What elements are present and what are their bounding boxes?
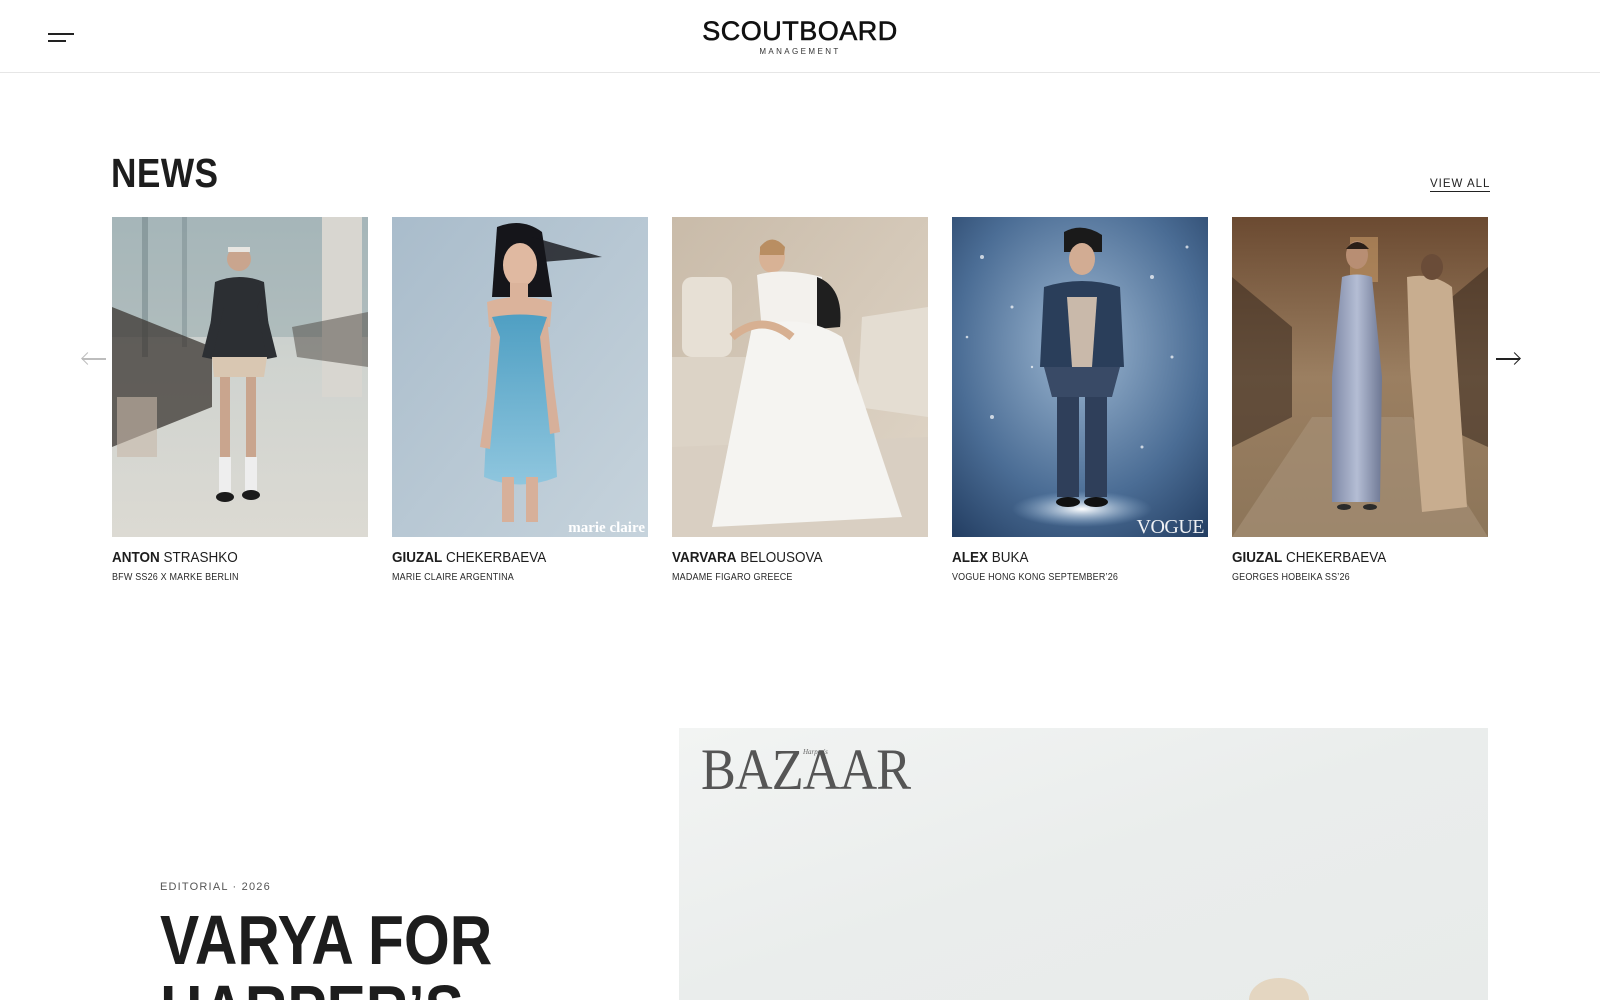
arrow-left-icon[interactable] xyxy=(80,352,108,366)
news-card-caption: BFW SS26 X MARKE BERLIN xyxy=(112,572,239,583)
site-header: SCOUTBOARD MANAGEMENT xyxy=(0,0,1600,73)
news-card-model-name[interactable]: GIUZAL CHEKERBAEVA xyxy=(392,549,622,567)
news-card-photo[interactable] xyxy=(112,217,368,537)
news-carousel: ANTON STRASHKO BFW SS26 X MARKE BERLIN m… xyxy=(112,217,1488,587)
news-card-photo[interactable]: VOGUE xyxy=(952,217,1208,537)
news-card-caption: MADAME FIGARO GREECE xyxy=(672,572,793,583)
site-logo[interactable]: SCOUTBOARD MANAGEMENT xyxy=(0,16,1600,57)
magazine-watermark: VOGUE xyxy=(1136,516,1205,537)
news-card-model-name[interactable]: ALEX BUKA xyxy=(952,549,1182,567)
news-card-photo[interactable]: marie claire xyxy=(392,217,648,537)
logo-wordmark[interactable]: SCOUTBOARD xyxy=(0,16,1600,47)
news-card-caption: GEORGES HOBEIKA SS’26 xyxy=(1232,572,1350,583)
arrow-right-icon[interactable] xyxy=(1494,352,1522,366)
news-card-caption: MARIE CLAIRE ARGENTINA xyxy=(392,572,514,583)
news-card[interactable]: VARVARA BELOUSOVA MADAME FIGARO GREECE xyxy=(672,217,928,584)
news-card-model-name[interactable]: ANTON STRASHKO xyxy=(112,549,342,567)
news-card-photo[interactable] xyxy=(1232,217,1488,537)
feature-title-line2: HARPER’S xyxy=(160,971,464,1000)
news-card-model-name[interactable]: GIUZAL CHEKERBAEVA xyxy=(1232,549,1462,567)
news-card[interactable]: ANTON STRASHKO BFW SS26 X MARKE BERLIN xyxy=(112,217,368,584)
feature-title: VARYA FOR HARPER’S xyxy=(160,905,563,1000)
news-card[interactable]: VOGUE ALEX BUKA VOGUE HONG KONG SEPTEMBE… xyxy=(952,217,1208,584)
news-card-photo[interactable] xyxy=(672,217,928,537)
news-card-model-name[interactable]: VARVARA BELOUSOVA xyxy=(672,549,902,567)
news-card-caption: VOGUE HONG KONG SEPTEMBER’26 xyxy=(952,572,1119,583)
news-section-title: NEWS xyxy=(111,150,219,196)
news-card[interactable]: marie claire GIUZAL CHEKERBAEVA MARIE CL… xyxy=(392,217,648,584)
view-all-link[interactable]: VIEW ALL xyxy=(1430,178,1491,192)
feature-eyebrow: EDITORIAL · 2026 xyxy=(160,881,271,893)
news-card[interactable]: GIUZAL CHEKERBAEVA GEORGES HOBEIKA SS’26 xyxy=(1232,217,1488,584)
feature-title-line1: VARYA FOR xyxy=(160,901,493,979)
magazine-watermark: marie claire xyxy=(568,520,645,536)
feature-image[interactable]: Harper's BAZAAR xyxy=(679,728,1488,1000)
magazine-logo: BAZAAR xyxy=(701,737,911,802)
logo-tagline: MANAGEMENT xyxy=(759,47,841,56)
